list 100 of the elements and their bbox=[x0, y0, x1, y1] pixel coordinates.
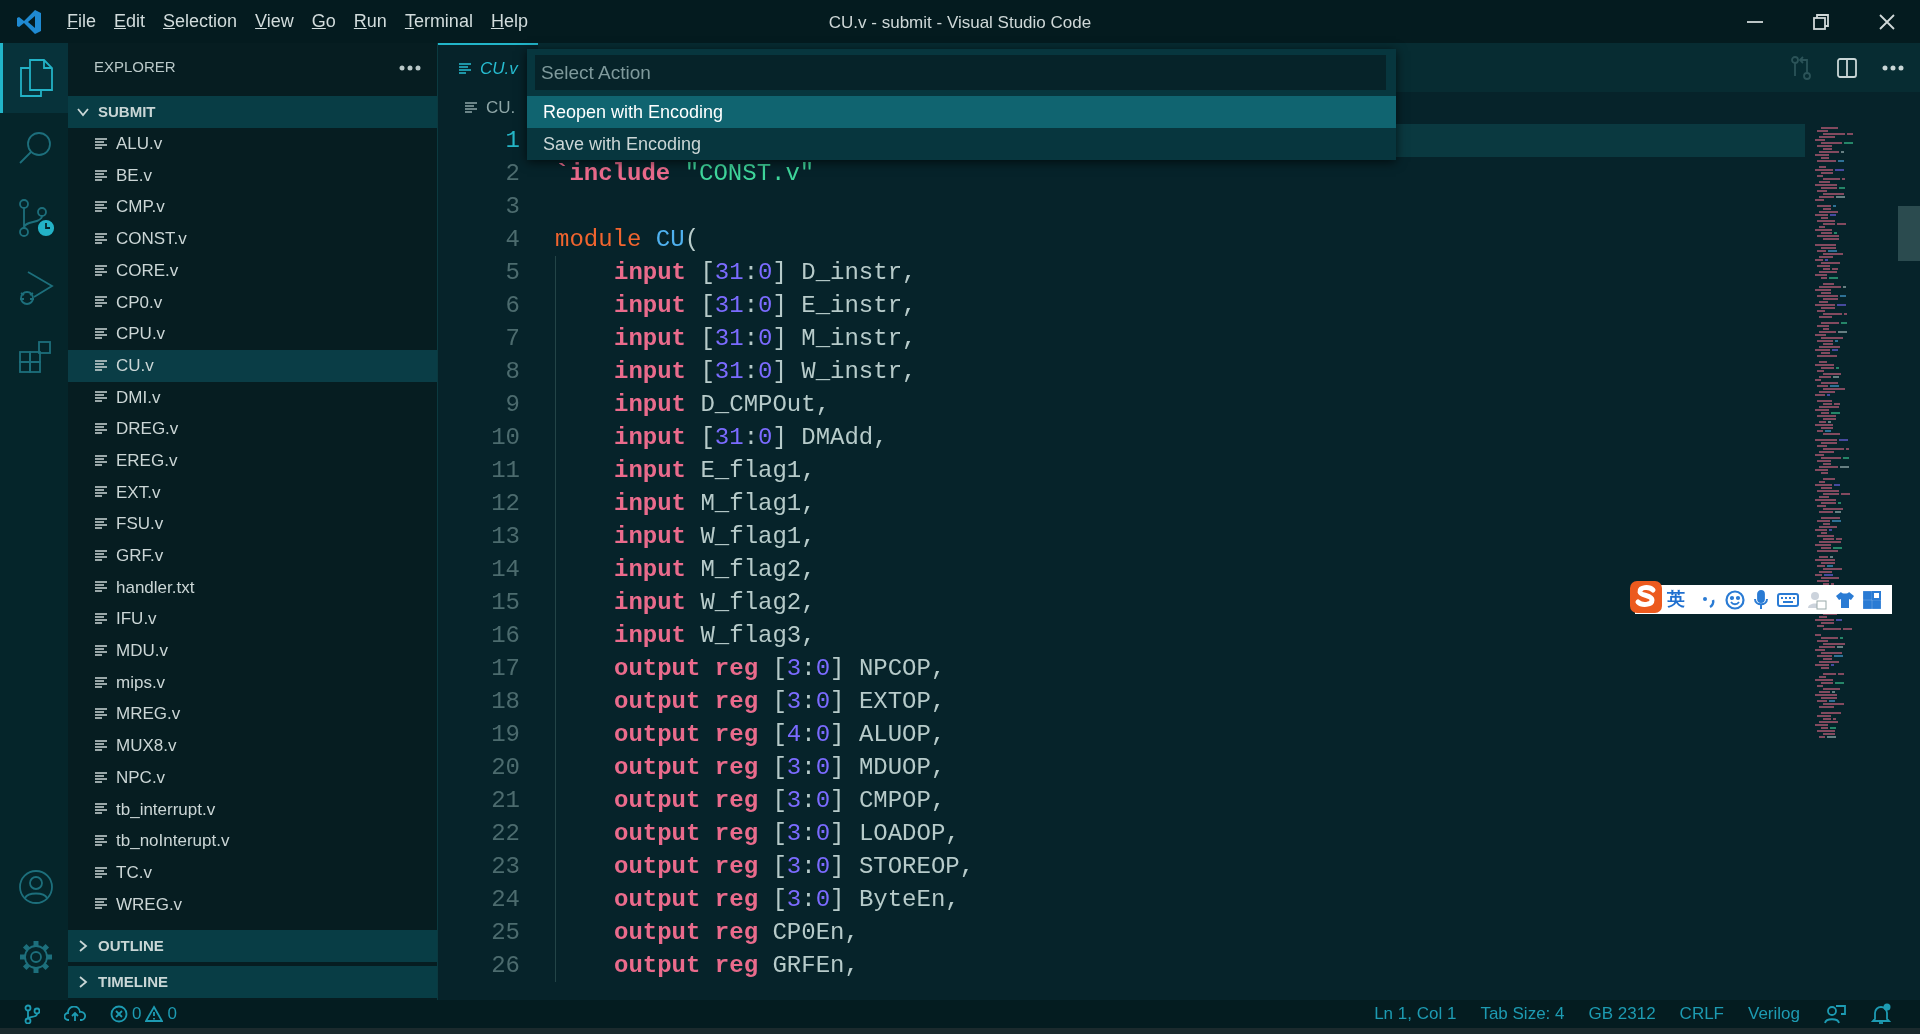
tree-item[interactable]: ALU.v bbox=[68, 128, 437, 160]
status-item[interactable]: GB 2312 bbox=[1576, 1001, 1668, 1027]
tree-item[interactable]: MREG.v bbox=[68, 698, 437, 731]
tree-item[interactable]: mips.v bbox=[68, 666, 437, 699]
activity-bar-item[interactable] bbox=[0, 43, 68, 113]
code-line: input [31:0] M_instr, bbox=[614, 325, 917, 352]
tree-item[interactable]: handler.txt bbox=[68, 571, 437, 604]
problems-indicator[interactable]: 0 0 bbox=[110, 1001, 177, 1027]
tree-item[interactable]: DMI.v bbox=[68, 381, 437, 414]
branch-icon[interactable] bbox=[24, 1004, 40, 1024]
close-icon bbox=[1878, 13, 1896, 32]
more-icon[interactable] bbox=[1882, 64, 1904, 71]
input-field[interactable]: Select Action bbox=[535, 55, 1386, 90]
menu-bar-item[interactable]: Edit bbox=[105, 8, 155, 35]
breadcrumb[interactable]: CU. bbox=[486, 95, 516, 121]
error-icon bbox=[110, 1005, 128, 1023]
quick-pick-item[interactable]: Save with Encoding bbox=[527, 128, 1396, 160]
menu-bar-item[interactable]: Go bbox=[302, 8, 345, 35]
tree-item[interactable]: FSU.v bbox=[68, 508, 437, 540]
file-icon bbox=[94, 738, 108, 753]
tree-item[interactable]: MDU.v bbox=[68, 635, 437, 667]
menu-bar-item[interactable]: Help bbox=[481, 8, 537, 35]
tree-item[interactable]: NPC.v bbox=[68, 761, 437, 794]
tree-item[interactable]: GRF.v bbox=[68, 539, 437, 572]
tree-item[interactable]: CU.v bbox=[68, 349, 437, 382]
keyboard-icon[interactable] bbox=[1777, 591, 1799, 608]
tree-item[interactable]: tb_noInterupt.v bbox=[68, 825, 437, 857]
restore-icon bbox=[1812, 13, 1830, 32]
tree-item[interactable]: tb_interrupt.v bbox=[68, 793, 437, 826]
tree-item[interactable]: TC.v bbox=[68, 856, 437, 889]
tree-item[interactable]: CP0.v bbox=[68, 286, 437, 319]
tree-item[interactable]: CPU.v bbox=[68, 318, 437, 350]
code-line: output reg [3:0] LOADOP, bbox=[614, 820, 960, 847]
section-header[interactable]: TIMELINE bbox=[68, 966, 437, 998]
file-icon bbox=[94, 897, 108, 912]
editor-tab[interactable]: CU.v bbox=[438, 43, 538, 92]
code-line: input W_flag2, bbox=[614, 589, 816, 616]
file-icon bbox=[94, 453, 108, 468]
line-number: 11 bbox=[490, 456, 520, 486]
status-item[interactable]: Verilog bbox=[1736, 1001, 1812, 1027]
tree-item[interactable]: IFU.v bbox=[68, 603, 437, 635]
tree-item[interactable]: WREG.v bbox=[68, 888, 437, 921]
search-icon bbox=[17, 130, 54, 166]
minimize-icon bbox=[1747, 21, 1763, 24]
more-icon[interactable] bbox=[399, 64, 421, 71]
file-icon bbox=[94, 580, 108, 595]
code-line: output reg [3:0] ByteEn, bbox=[614, 886, 960, 913]
tree-item[interactable]: CONST.v bbox=[68, 223, 437, 255]
code-line: output reg [3:0] NPCOP, bbox=[614, 655, 946, 682]
line-number: 2 bbox=[504, 159, 520, 189]
tree-item[interactable]: DREG.v bbox=[68, 413, 437, 445]
logo-icon[interactable] bbox=[1629, 579, 1663, 614]
code-line: output reg [3:0] CMPOP, bbox=[614, 787, 946, 814]
line-number: 18 bbox=[490, 687, 520, 717]
tree-item[interactable]: EXT.v bbox=[68, 476, 437, 509]
line-number: 15 bbox=[490, 588, 520, 618]
menu-bar-item[interactable]: Selection bbox=[154, 8, 247, 35]
line-number: 10 bbox=[490, 423, 520, 453]
line-number: 24 bbox=[490, 885, 520, 915]
file-icon bbox=[94, 612, 108, 627]
section-header[interactable]: OUTLINE bbox=[68, 930, 437, 962]
microphone-icon[interactable] bbox=[1753, 589, 1769, 610]
run-debug-icon bbox=[17, 269, 54, 307]
section-header[interactable]: SUBMIT bbox=[68, 96, 437, 128]
file-icon bbox=[94, 390, 108, 405]
tree-item[interactable]: BE.v bbox=[68, 159, 437, 192]
feedback-icon[interactable] bbox=[1824, 1004, 1846, 1024]
code-line: input W_flag3, bbox=[614, 622, 816, 649]
line-number: 14 bbox=[490, 555, 520, 585]
code-line: input W_flag1, bbox=[614, 523, 816, 550]
line-number: 23 bbox=[490, 852, 520, 882]
menu-bar-item[interactable]: File bbox=[58, 8, 105, 35]
line-number: 8 bbox=[504, 357, 520, 387]
status-item[interactable]: Ln 1, Col 1 bbox=[1362, 1001, 1469, 1027]
menu-bar-item[interactable]: View bbox=[246, 8, 303, 35]
cloud-upload-icon[interactable] bbox=[64, 1006, 86, 1022]
status-item[interactable]: CRLF bbox=[1667, 1001, 1736, 1027]
menu-bar-item[interactable]: Run bbox=[344, 8, 396, 35]
tree-item[interactable]: CORE.v bbox=[68, 254, 437, 287]
line-number: 9 bbox=[504, 390, 520, 420]
grid-menu-icon[interactable] bbox=[1863, 590, 1881, 609]
tree-item[interactable]: CMP.v bbox=[68, 191, 437, 224]
quick-pick-item[interactable]: Reopen with Encoding bbox=[527, 96, 1396, 128]
line-number: 12 bbox=[490, 489, 520, 519]
split-editor-icon[interactable] bbox=[1836, 56, 1858, 79]
file-icon bbox=[94, 295, 108, 310]
menu-bar-item[interactable]: Terminal bbox=[395, 8, 482, 35]
ime-mode-toggle[interactable]: 英 bbox=[1667, 586, 1685, 613]
code-line: module CU( bbox=[555, 226, 700, 253]
notification-bell-icon[interactable] bbox=[1870, 1003, 1892, 1025]
tree-item[interactable]: MUX8.v bbox=[68, 730, 437, 762]
shirt-icon[interactable] bbox=[1835, 590, 1855, 609]
status-item[interactable]: Tab Size: 4 bbox=[1468, 1001, 1577, 1027]
file-icon bbox=[458, 61, 472, 76]
code-line: output reg [3:0] EXTOP, bbox=[614, 688, 946, 715]
scrollbar-thumb[interactable] bbox=[1898, 206, 1920, 261]
file-icon bbox=[94, 485, 108, 500]
code-line: input E_flag1, bbox=[614, 457, 816, 484]
tree-item[interactable]: EREG.v bbox=[68, 444, 437, 477]
emoji-icon[interactable] bbox=[1725, 589, 1745, 610]
